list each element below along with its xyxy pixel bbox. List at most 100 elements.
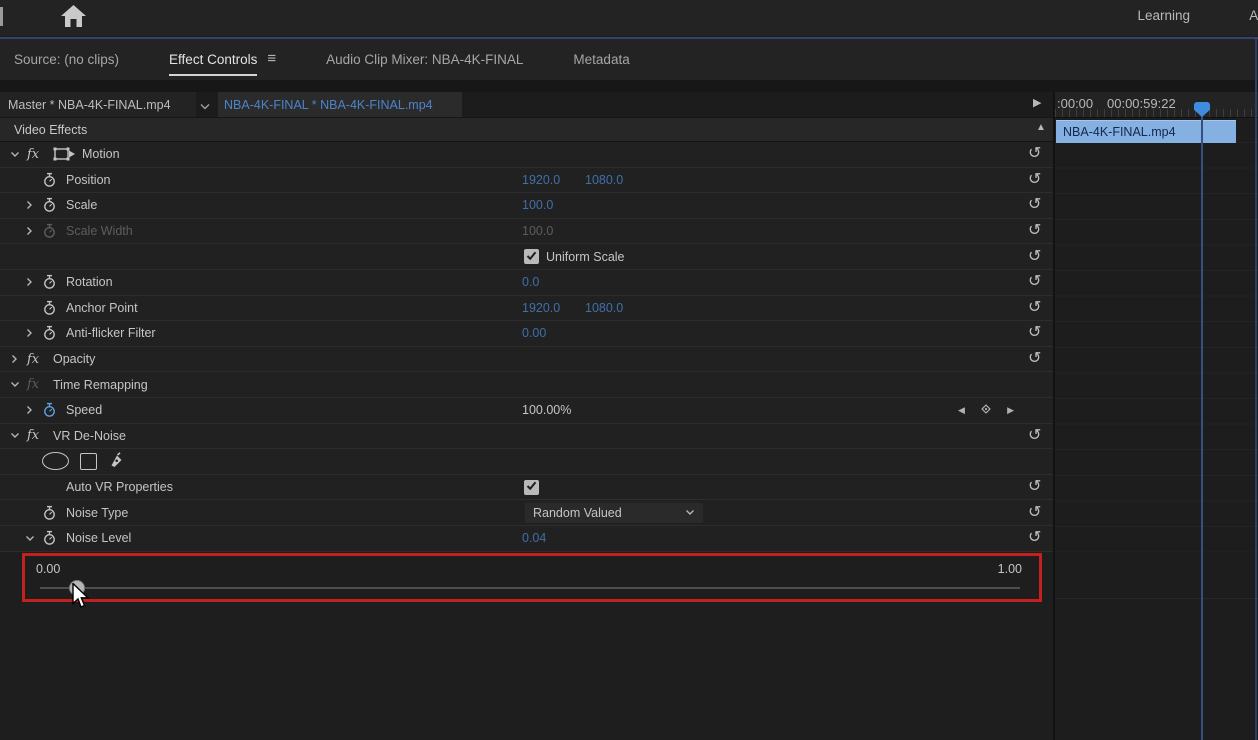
timeline-ruler[interactable]: :00:00 00:00:59:22 [1055, 92, 1258, 118]
auto-vr-properties-label: Auto VR Properties [66, 480, 173, 494]
stopwatch-icon[interactable] [42, 505, 58, 521]
fx-badge-icon: fx [27, 377, 48, 392]
chevron-down-icon [685, 506, 695, 520]
timeline-clip-bar[interactable]: NBA-4K-FINAL.mp4 [1056, 120, 1236, 143]
auto-vr-properties-checkbox[interactable] [524, 480, 539, 495]
tab-label: Effect Controls [169, 52, 257, 76]
workspace-tab-learning[interactable]: Learning [1137, 8, 1190, 23]
anti-flicker-filter-value[interactable]: 0.00 [522, 326, 585, 340]
rotation-value[interactable]: 0.0 [522, 275, 585, 289]
noise-type-label: Noise Type [66, 506, 128, 520]
noise-type-dropdown[interactable]: Random Valued [525, 503, 703, 523]
stopwatch-icon[interactable] [42, 274, 58, 290]
panel-menu-icon[interactable]: ≡ [267, 50, 276, 69]
stopwatch-icon[interactable] [42, 223, 58, 239]
reset-parameter-button[interactable]: ↺ [1028, 479, 1041, 495]
stopwatch-icon[interactable] [42, 402, 58, 418]
stopwatch-icon[interactable] [42, 530, 58, 546]
row-anchor-point: Anchor Point1920.01080.0↺ [0, 296, 1054, 322]
stopwatch-icon[interactable] [42, 300, 58, 316]
reset-parameter-button[interactable]: ↺ [1028, 274, 1041, 290]
collapse-section-icon[interactable]: ▲ [1036, 122, 1046, 133]
anchor-point-value[interactable]: 1920.0 [522, 301, 585, 315]
position-value[interactable]: 1080.0 [585, 173, 648, 187]
tab-effect-controls[interactable]: Effect Controls≡ [169, 50, 276, 69]
reset-parameter-button[interactable]: ↺ [1028, 300, 1041, 316]
twirl-right-icon[interactable] [25, 277, 42, 287]
reset-parameter-button[interactable]: ↺ [1028, 197, 1041, 213]
position-value[interactable]: 1920.0 [522, 173, 585, 187]
reset-parameter-button[interactable]: ↺ [1028, 505, 1041, 521]
row-anti-flicker-filter: Anti-flicker Filter 0.00 ↺ [0, 321, 1054, 347]
speed-value[interactable]: 100.00% [522, 403, 585, 417]
tab-label: Audio Clip Mixer: NBA-4K-FINAL [326, 52, 523, 76]
row-uniform-scale: Uniform Scale↺ [0, 244, 1054, 270]
noise-level-slider-row: 0.00 1.00 [0, 552, 1054, 604]
reset-parameter-button[interactable]: ↺ [1028, 325, 1041, 341]
tab-source[interactable]: Source: (no clips) [14, 52, 119, 67]
scale-width-value[interactable]: 100.0 [522, 224, 585, 238]
rectangle-mask-button[interactable] [80, 453, 97, 470]
premiere-effect-controls-window: Learning As Source: (no clips) Effect Con… [0, 0, 1258, 740]
check-icon [526, 480, 537, 494]
panel-focus-border-right [1255, 39, 1257, 740]
stopwatch-icon[interactable] [42, 197, 58, 213]
row-motion: fxMotion↺ [0, 142, 1054, 168]
reset-parameter-button[interactable]: ↺ [1028, 530, 1041, 546]
twirl-down-icon[interactable] [10, 431, 27, 440]
reset-parameter-button[interactable]: ↺ [1028, 172, 1041, 188]
noise-level-value[interactable]: 0.04 [522, 531, 585, 545]
tab-metadata[interactable]: Metadata [573, 52, 629, 67]
panel-gap [0, 80, 1258, 92]
reset-parameter-button[interactable]: ↺ [1028, 146, 1041, 162]
scale-value[interactable]: 100.0 [522, 198, 585, 212]
home-icon [60, 4, 87, 34]
row-vr-de-noise: fxVR De-Noise↺ [0, 424, 1054, 450]
mouse-cursor-icon [71, 583, 93, 612]
application-top-bar: Learning As [0, 0, 1258, 36]
twirl-right-icon[interactable] [25, 405, 42, 415]
row-opacity: fxOpacity↺ [0, 347, 1054, 373]
twirl-right-icon[interactable] [25, 200, 42, 210]
stopwatch-icon[interactable] [42, 172, 58, 188]
twirl-down-icon[interactable] [10, 380, 27, 389]
master-clip-label[interactable]: Master * NBA-4K-FINAL.mp4 [0, 92, 196, 117]
motion-effect-icon [53, 147, 75, 161]
panel-tab-bar: Source: (no clips)Effect Controls≡Audio … [0, 39, 1258, 80]
keyframe-navigator: ◀▶ [958, 398, 1014, 423]
opacity-label: Opacity [53, 352, 95, 366]
row-auto-vr-properties: Auto VR Properties ↺ [0, 475, 1054, 501]
home-button[interactable] [58, 5, 88, 32]
twirl-right-icon[interactable] [25, 328, 42, 338]
next-keyframe-button[interactable]: ▶ [1007, 405, 1014, 416]
pen-mask-button[interactable] [108, 452, 125, 471]
timeline-expand-icon[interactable]: ▶ [1033, 96, 1041, 109]
row-mask-tools [0, 449, 1054, 475]
twirl-right-icon[interactable] [10, 354, 27, 364]
chevron-down-icon[interactable] [200, 100, 210, 114]
window-edge-accent [0, 7, 3, 26]
tab-audio-clip-mixer[interactable]: Audio Clip Mixer: NBA-4K-FINAL [326, 52, 523, 67]
time-remapping-label: Time Remapping [53, 378, 148, 392]
anchor-point-value[interactable]: 1080.0 [585, 301, 648, 315]
previous-keyframe-button[interactable]: ◀ [958, 405, 965, 416]
reset-parameter-button[interactable]: ↺ [1028, 428, 1041, 444]
reset-parameter-button[interactable]: ↺ [1028, 223, 1041, 239]
workspace-tab-assembly[interactable]: As [1249, 8, 1258, 23]
fx-badge-icon: fx [27, 428, 48, 443]
twirl-right-icon[interactable] [25, 226, 42, 236]
twirl-down-icon[interactable] [25, 534, 42, 543]
ruler-ticks [1055, 109, 1258, 117]
add-keyframe-button[interactable] [980, 403, 992, 418]
reset-parameter-button[interactable]: ↺ [1028, 351, 1041, 367]
rectangle-mask-icon [80, 453, 97, 470]
dropdown-value: Random Valued [533, 506, 622, 520]
sequence-clip-tab[interactable]: NBA-4K-FINAL * NBA-4K-FINAL.mp4 [218, 92, 462, 117]
anti-flicker-filter-label: Anti-flicker Filter [66, 326, 156, 340]
twirl-down-icon[interactable] [10, 150, 27, 159]
reset-parameter-button[interactable]: ↺ [1028, 249, 1041, 265]
uniform-scale-checkbox[interactable] [524, 249, 539, 264]
ellipse-mask-button[interactable] [42, 452, 69, 470]
clip-header-row: Master * NBA-4K-FINAL.mp4 NBA-4K-FINAL *… [0, 92, 1054, 118]
stopwatch-icon[interactable] [42, 325, 58, 341]
